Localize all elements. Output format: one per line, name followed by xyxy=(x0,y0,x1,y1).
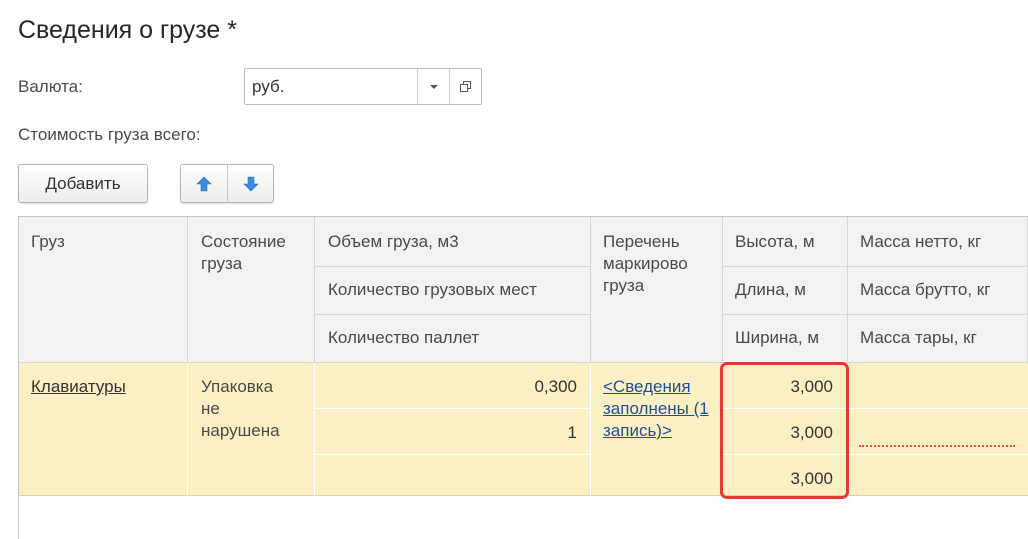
header-marking[interactable]: Перечень маркирово груза xyxy=(603,231,715,297)
currency-field[interactable]: руб. xyxy=(244,68,482,105)
cargo-state-value[interactable]: Упаковка не нарушена xyxy=(201,376,291,442)
header-width[interactable]: Ширина, м xyxy=(735,327,819,349)
header-cargo[interactable]: Груз xyxy=(31,231,65,253)
length-value[interactable]: 3,000 xyxy=(727,422,833,444)
header-mass-tare[interactable]: Масса тары, кг xyxy=(860,327,977,349)
total-cost-label: Стоимость груза всего: xyxy=(18,125,201,144)
header-places[interactable]: Количество грузовых мест xyxy=(328,279,537,301)
header-mass-net[interactable]: Масса нетто, кг xyxy=(860,231,981,253)
header-mass-gross[interactable]: Масса брутто, кг xyxy=(860,279,990,301)
move-down-button[interactable] xyxy=(227,165,273,202)
open-window-icon xyxy=(460,81,471,92)
cargo-table: Груз Состояние груза Объем груза, м3 Кол… xyxy=(18,216,1028,539)
volume-value[interactable]: 0,300 xyxy=(319,376,577,398)
move-up-button[interactable] xyxy=(181,165,227,202)
places-value[interactable]: 1 xyxy=(319,422,577,444)
currency-dropdown-button[interactable] xyxy=(417,69,449,104)
page-title: Сведения о грузе * xyxy=(18,16,238,44)
header-length[interactable]: Длина, м xyxy=(735,279,806,301)
currency-label: Валюта: xyxy=(18,77,83,96)
header-height[interactable]: Высота, м xyxy=(735,231,815,253)
header-volume[interactable]: Объем груза, м3 xyxy=(328,231,459,253)
currency-value[interactable]: руб. xyxy=(252,77,284,97)
height-value[interactable]: 3,000 xyxy=(727,376,833,398)
header-cargo-state[interactable]: Состояние груза xyxy=(201,231,307,275)
header-pallets[interactable]: Количество паллет xyxy=(328,327,479,349)
cargo-link[interactable]: Клавиатуры xyxy=(31,376,126,398)
arrow-down-icon xyxy=(242,176,259,191)
move-buttons xyxy=(180,164,274,203)
width-value[interactable]: 3,000 xyxy=(727,468,833,490)
arrow-up-icon xyxy=(196,176,212,191)
required-field-underline xyxy=(859,445,1015,447)
add-button[interactable]: Добавить xyxy=(18,164,148,203)
marking-link[interactable]: <Сведения заполнены (1 запись)> xyxy=(603,376,717,442)
chevron-down-icon xyxy=(429,84,438,89)
currency-open-button[interactable] xyxy=(449,69,481,104)
